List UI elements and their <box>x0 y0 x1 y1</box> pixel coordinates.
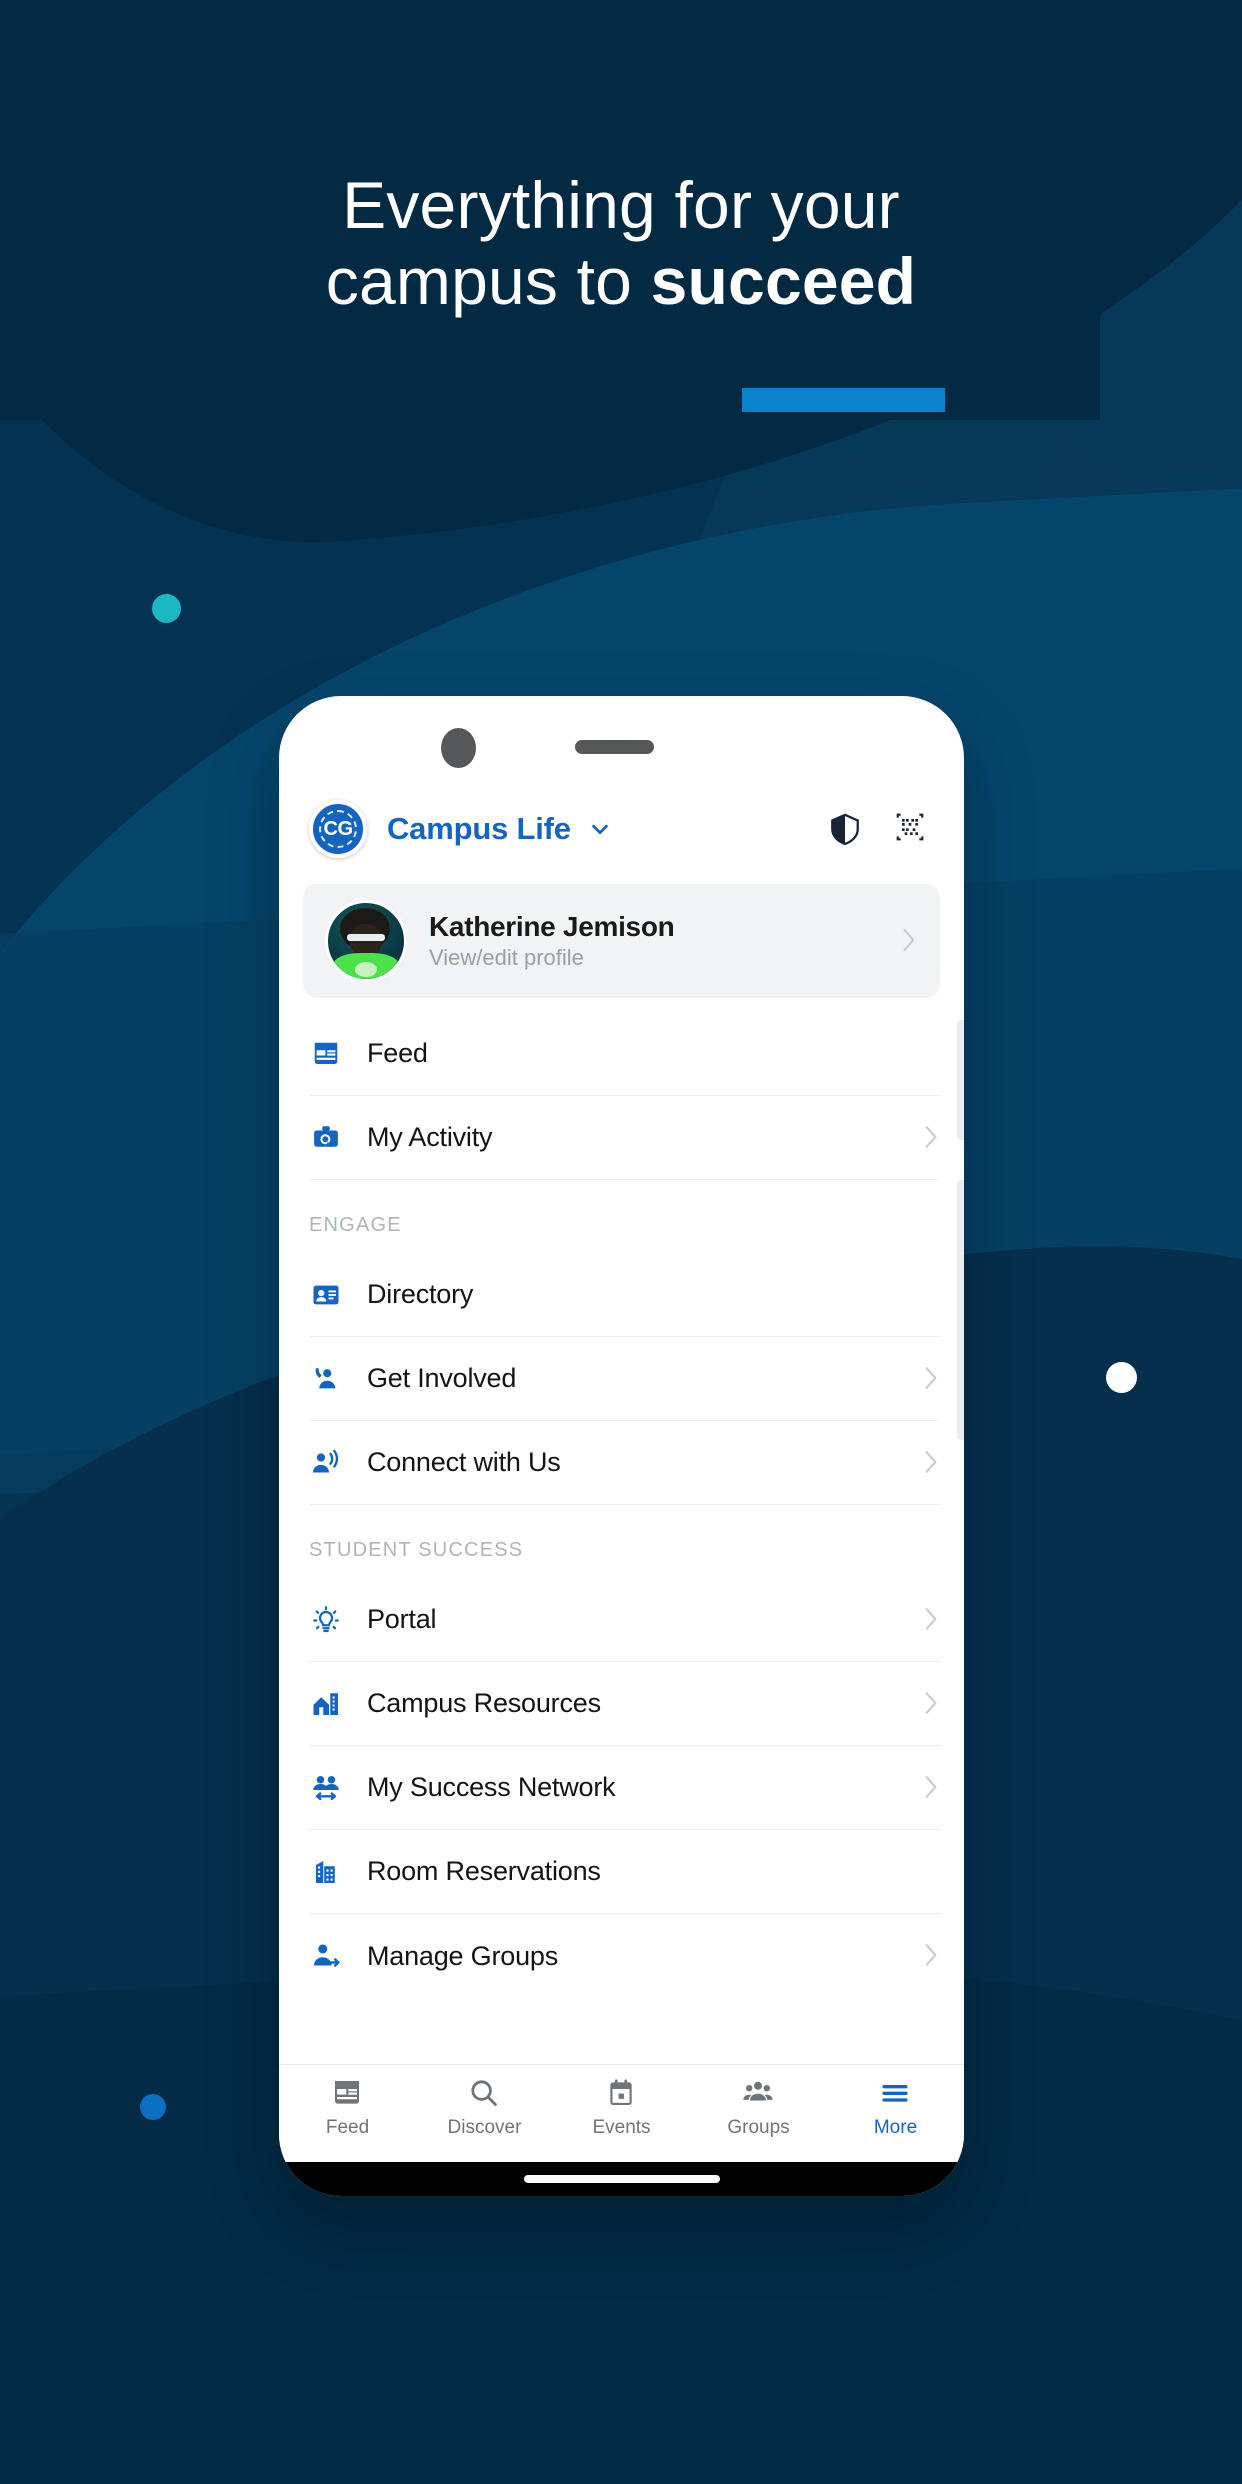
menu-item-manage-groups[interactable]: Manage Groups <box>309 1914 940 1998</box>
app-title[interactable]: Campus Life <box>387 811 571 847</box>
chevron-right-icon <box>924 1450 940 1476</box>
menu-item-label: Room Reservations <box>367 1856 601 1886</box>
menu-item-portal[interactable]: Portal <box>309 1578 940 1662</box>
menu-item-connect-with-us[interactable]: Connect with Us <box>309 1421 940 1505</box>
calendar-icon <box>605 2077 639 2111</box>
tab-events[interactable]: Events <box>553 2077 690 2139</box>
tab-label: More <box>873 2117 918 2138</box>
section-label-engage: ENGAGE <box>309 1214 402 1236</box>
contact-card-icon <box>309 1278 343 1312</box>
profile-name: Katherine Jemison <box>429 910 675 942</box>
menu-spacer <box>279 998 964 1012</box>
profile-card[interactable]: Katherine Jemison View/edit profile <box>303 884 940 998</box>
phone-notch-row <box>279 696 964 774</box>
chevron-right-icon <box>924 1366 940 1392</box>
decorative-dot-teal <box>152 594 181 623</box>
chevron-right-icon <box>924 1943 940 1969</box>
search-icon <box>468 2077 502 2111</box>
menu-item-label: Connect with Us <box>367 1447 561 1477</box>
tab-label: Events <box>592 2117 651 2138</box>
menu-item-label: My Activity <box>367 1122 493 1152</box>
hero-headline-line2-bold: succeed <box>650 243 917 318</box>
menu-item-label: Feed <box>367 1038 428 1068</box>
menu-item-my-success-network[interactable]: My Success Network <box>309 1746 940 1830</box>
chevron-right-icon <box>902 928 918 954</box>
tab-discover[interactable]: Discover <box>416 2077 553 2139</box>
chevron-right-icon <box>924 1125 940 1151</box>
avatar <box>325 900 407 982</box>
hero-headline-line2: campus to succeed <box>0 244 1242 320</box>
hamburger-menu-icon <box>879 2077 913 2111</box>
decorative-dot-white <box>1106 1362 1137 1393</box>
menu-item-feed[interactable]: Feed <box>309 1012 940 1096</box>
menu-item-label: Get Involved <box>367 1363 517 1393</box>
building-home-icon <box>309 1687 343 1721</box>
profile-subtitle: View/edit profile <box>429 944 584 970</box>
home-indicator-area <box>279 2162 964 2196</box>
people-network-icon <box>309 1771 343 1805</box>
tab-label: Feed <box>325 2117 370 2138</box>
menu-item-my-activity[interactable]: My Activity <box>309 1096 940 1180</box>
person-broadcast-icon <box>309 1446 343 1480</box>
section-label-student-success: STUDENT SUCCESS <box>309 1539 524 1561</box>
people-icon <box>742 2077 776 2111</box>
app-header: CG Campus Life <box>279 774 964 878</box>
phone-volume-button <box>957 1020 964 1140</box>
campus-logo: CG <box>309 800 367 858</box>
office-building-icon <box>309 1855 343 1889</box>
lightbulb-icon <box>309 1603 343 1637</box>
chevron-right-icon <box>924 1775 940 1801</box>
menu-item-label: Campus Resources <box>367 1688 601 1718</box>
menu-item-get-involved[interactable]: Get Involved <box>309 1337 940 1421</box>
chevron-right-icon <box>924 1691 940 1717</box>
feed-icon <box>309 1037 343 1071</box>
profile-text: Katherine Jemison View/edit profile <box>429 911 902 972</box>
tab-label: Discover <box>447 2117 522 2138</box>
chevron-right-icon <box>924 1607 940 1633</box>
person-add-icon <box>309 1939 343 1973</box>
menu-item-campus-resources[interactable]: Campus Resources <box>309 1662 940 1746</box>
bottom-tab-bar: Feed Discover Events Groups More <box>279 2064 964 2162</box>
menu-item-room-reservations[interactable]: Room Reservations <box>309 1830 940 1914</box>
person-raised-hand-icon <box>309 1362 343 1396</box>
briefcase-search-icon <box>309 1121 343 1155</box>
phone-power-button <box>957 1180 964 1440</box>
tab-groups[interactable]: Groups <box>690 2077 827 2139</box>
qr-code-icon[interactable] <box>894 811 928 847</box>
menu-item-label: Manage Groups <box>367 1940 559 1971</box>
phone-earpiece-speaker <box>575 740 654 754</box>
logo-text: CG <box>323 817 354 840</box>
home-indicator[interactable] <box>523 2175 720 2183</box>
menu-item-label: Portal <box>367 1604 437 1634</box>
hero-accent-bar <box>742 388 945 412</box>
hero-headline-line1: Everything for your <box>342 168 900 242</box>
shield-icon[interactable] <box>828 811 862 847</box>
decorative-dot-blue <box>140 2094 166 2120</box>
phone-front-camera <box>441 728 476 768</box>
tab-label: Groups <box>727 2117 790 2138</box>
hero-headline: Everything for your campus to succeed <box>0 168 1242 320</box>
tab-feed[interactable]: Feed <box>279 2077 416 2139</box>
avatar-glasses <box>347 934 385 941</box>
feed-icon <box>331 2077 365 2111</box>
chevron-down-icon[interactable] <box>589 818 611 840</box>
menu-item-label: Directory <box>367 1279 474 1309</box>
hero-headline-line2-regular: campus to <box>325 243 651 318</box>
tab-more[interactable]: More <box>827 2077 964 2139</box>
phone-mockup: CG Campus Life Katherine Jemison View/ed… <box>279 696 964 2196</box>
side-menu: Feed My Activity ENGAGE Directory Get In… <box>279 998 964 2064</box>
menu-item-directory[interactable]: Directory <box>309 1253 940 1337</box>
menu-item-label: My Success Network <box>367 1772 616 1802</box>
